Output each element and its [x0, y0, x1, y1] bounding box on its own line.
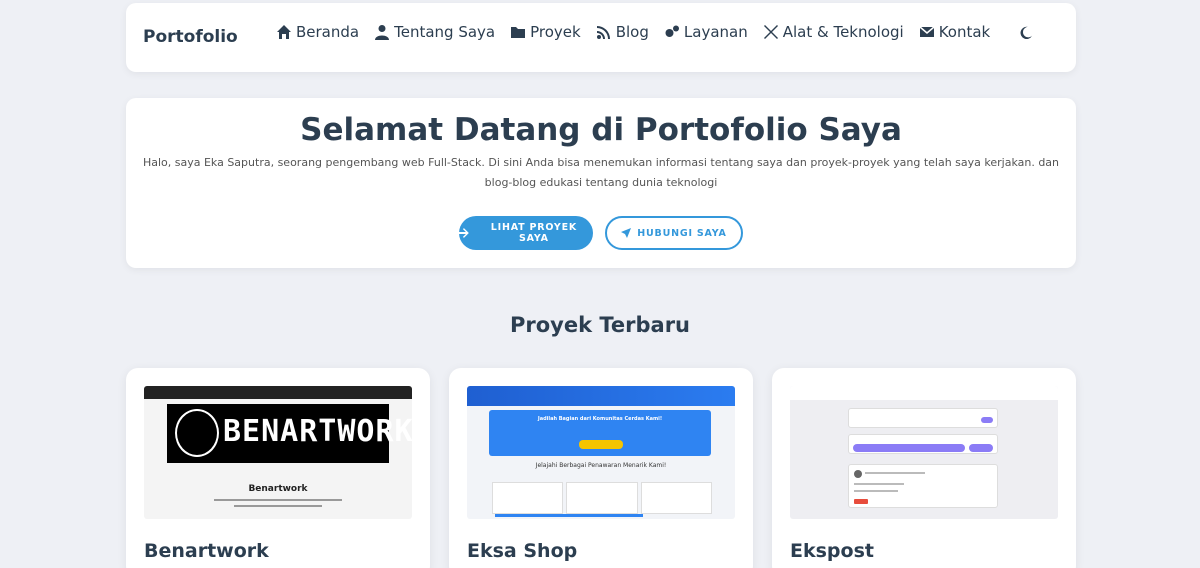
project-title: Ekspost	[790, 540, 874, 562]
nav-item-label: Layanan	[683, 23, 748, 41]
nav-item-label: Kontak	[938, 23, 991, 41]
project-thumbnail: Jadilah Bagian dari Komunitas Cerdas Kam…	[467, 386, 735, 519]
nav-menu: Beranda Tentang Saya Proyek Blog Layanan…	[276, 23, 990, 41]
arrow-right-icon	[459, 228, 469, 238]
thumbnail-navbar	[467, 386, 735, 406]
benartwork-logo: BENARTWORK	[167, 404, 412, 463]
cogs-icon	[665, 25, 679, 37]
nav-item-label: Beranda	[296, 23, 360, 41]
project-card-benartwork[interactable]: BENARTWORK Benartwork Benartwork	[126, 368, 430, 568]
logo-emblem	[175, 409, 219, 457]
hero-title: Selamat Datang di Portofolio Saya	[300, 112, 902, 148]
nav-item-alat-teknologi[interactable]: Alat & Teknologi	[763, 23, 904, 41]
thumbnail-navbar	[790, 386, 1058, 400]
thumbnail-subheading: Jelajahi Berbagai Penawaran Menarik Kami…	[535, 462, 667, 469]
theme-toggle-button[interactable]	[1019, 25, 1035, 41]
view-projects-button[interactable]: LIHAT PROYEK SAYA	[459, 216, 593, 250]
thumbnail-avatar	[854, 470, 862, 478]
contact-me-label: HUBUNGI SAYA	[637, 227, 727, 239]
hero-section: Selamat Datang di Portofolio Saya Halo, …	[126, 98, 1076, 268]
thumbnail-text-line	[234, 505, 322, 507]
feature-box	[492, 482, 564, 514]
thumbnail-search-box	[848, 408, 998, 428]
thumbnail-text-line	[865, 472, 925, 474]
thumbnail-text-line	[854, 483, 904, 485]
logo-text: BENARTWORK	[223, 414, 412, 449]
brand-logo[interactable]: Portofolio	[143, 27, 238, 47]
thumbnail-text-line	[854, 490, 898, 492]
contact-me-button[interactable]: HUBUNGI SAYA	[605, 216, 743, 250]
project-title: Benartwork	[144, 540, 269, 562]
tools-icon	[763, 25, 778, 39]
rss-icon	[596, 26, 610, 39]
hero-description-line: Halo, saya Eka Saputra, seorang pengemba…	[142, 156, 1060, 169]
thumbnail-feed-post	[848, 464, 998, 508]
project-card-eksa-shop[interactable]: Jadilah Bagian dari Komunitas Cerdas Kam…	[449, 368, 753, 568]
thumbnail-banner-heading: Jadilah Bagian dari Komunitas Cerdas Kam…	[537, 416, 663, 422]
feature-box	[640, 482, 712, 514]
nav-item-label: Blog	[615, 23, 649, 41]
thumbnail-progress-line	[495, 514, 643, 517]
thumbnail-text-line	[214, 499, 342, 501]
view-projects-label: LIHAT PROYEK SAYA	[490, 222, 578, 244]
user-icon	[375, 25, 390, 40]
home-icon	[277, 25, 291, 39]
nav-item-blog[interactable]: Blog	[596, 23, 649, 41]
envelope-icon	[919, 26, 935, 37]
nav-item-label: Proyek	[530, 23, 581, 41]
project-title: Eksa Shop	[467, 540, 578, 562]
hero-buttons: LIHAT PROYEK SAYA HUBUNGI SAYA	[126, 216, 1076, 250]
nav-item-proyek[interactable]: Proyek	[510, 23, 581, 41]
thumbnail-post-button	[969, 444, 993, 452]
thumbnail-banner: Jadilah Bagian dari Komunitas Cerdas Kam…	[489, 410, 711, 456]
nav-item-beranda[interactable]: Beranda	[276, 23, 359, 41]
nav-item-tentang-saya[interactable]: Tentang Saya	[374, 23, 495, 41]
nav-item-label: Tentang Saya	[394, 23, 496, 41]
thumbnail-feature-boxes	[492, 482, 712, 514]
folder-icon	[511, 27, 526, 38]
hero-description-line: blog-blog edukasi tentang dunia teknolog…	[484, 176, 718, 189]
nav-item-layanan[interactable]: Layanan	[664, 23, 748, 41]
paper-plane-icon	[621, 228, 632, 238]
thumbnail-navbar	[144, 386, 412, 399]
thumbnail-post-input	[853, 444, 965, 452]
project-thumbnail: BENARTWORK Benartwork	[144, 386, 412, 519]
thumbnail-post-box	[848, 434, 998, 454]
nav-item-kontak[interactable]: Kontak	[919, 23, 991, 41]
thumbnail-heading: Benartwork	[248, 484, 308, 494]
thumbnail-banner-button	[579, 440, 623, 449]
projects-section-title: Proyek Terbaru	[509, 313, 691, 337]
feature-box	[566, 482, 638, 514]
hero-description: Halo, saya Eka Saputra, seorang pengemba…	[138, 153, 1064, 193]
thumbnail-like-button	[854, 499, 868, 504]
moon-icon	[1020, 26, 1033, 40]
thumbnail-search-button	[981, 417, 993, 423]
navbar: Portofolio Beranda Tentang Saya Proyek B…	[126, 3, 1076, 72]
nav-item-label: Alat & Teknologi	[782, 23, 904, 41]
project-thumbnail	[790, 386, 1058, 519]
project-card-ekspost[interactable]: Ekspost	[772, 368, 1076, 568]
